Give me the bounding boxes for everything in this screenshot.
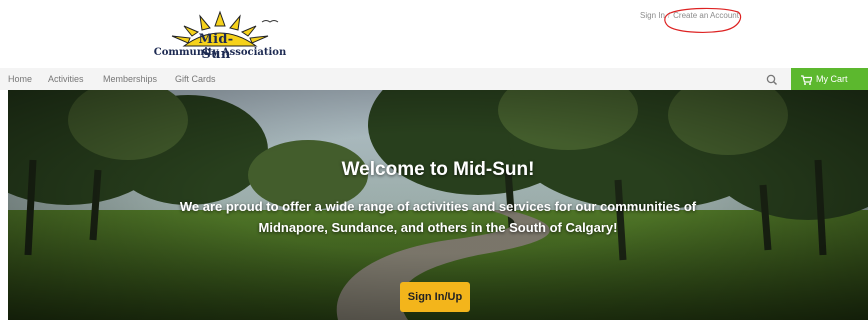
site-logo[interactable]: Mid-Sun Community Association [144, 10, 296, 62]
nav-activities[interactable]: Activities [48, 74, 84, 84]
sign-in-up-button[interactable]: Sign In/Up [400, 282, 470, 312]
account-links: Sign In / Create an Account [640, 11, 739, 20]
my-cart-button[interactable]: My Cart [791, 68, 868, 90]
top-header: Mid-Sun Community Association Sign In / Cr… [0, 0, 868, 68]
search-icon [766, 74, 778, 86]
main-nav: Home Activities Memberships Gift Cards [0, 68, 868, 90]
create-account-link[interactable]: Create an Account [673, 11, 739, 20]
account-separator: / [667, 11, 671, 20]
nav-home[interactable]: Home [8, 74, 32, 84]
logo-line2: Community Association [153, 47, 287, 58]
sign-in-link[interactable]: Sign In [640, 11, 665, 20]
nav-gift-cards[interactable]: Gift Cards [175, 74, 216, 84]
cart-icon [801, 75, 813, 85]
hero-subtitle-line1: We are proud to offer a wide range of ac… [179, 199, 697, 214]
hero-banner: Welcome to Mid-Sun! We are proud to offe… [8, 90, 868, 320]
hero-subtitle: We are proud to offer a wide range of ac… [158, 196, 718, 238]
hero-title: Welcome to Mid-Sun! [341, 159, 535, 180]
search-button[interactable] [764, 72, 780, 88]
nav-memberships[interactable]: Memberships [103, 74, 157, 84]
my-cart-label: My Cart [816, 74, 848, 84]
hero-subtitle-line2: Midnapore, Sundance, and others in the S… [258, 220, 618, 235]
